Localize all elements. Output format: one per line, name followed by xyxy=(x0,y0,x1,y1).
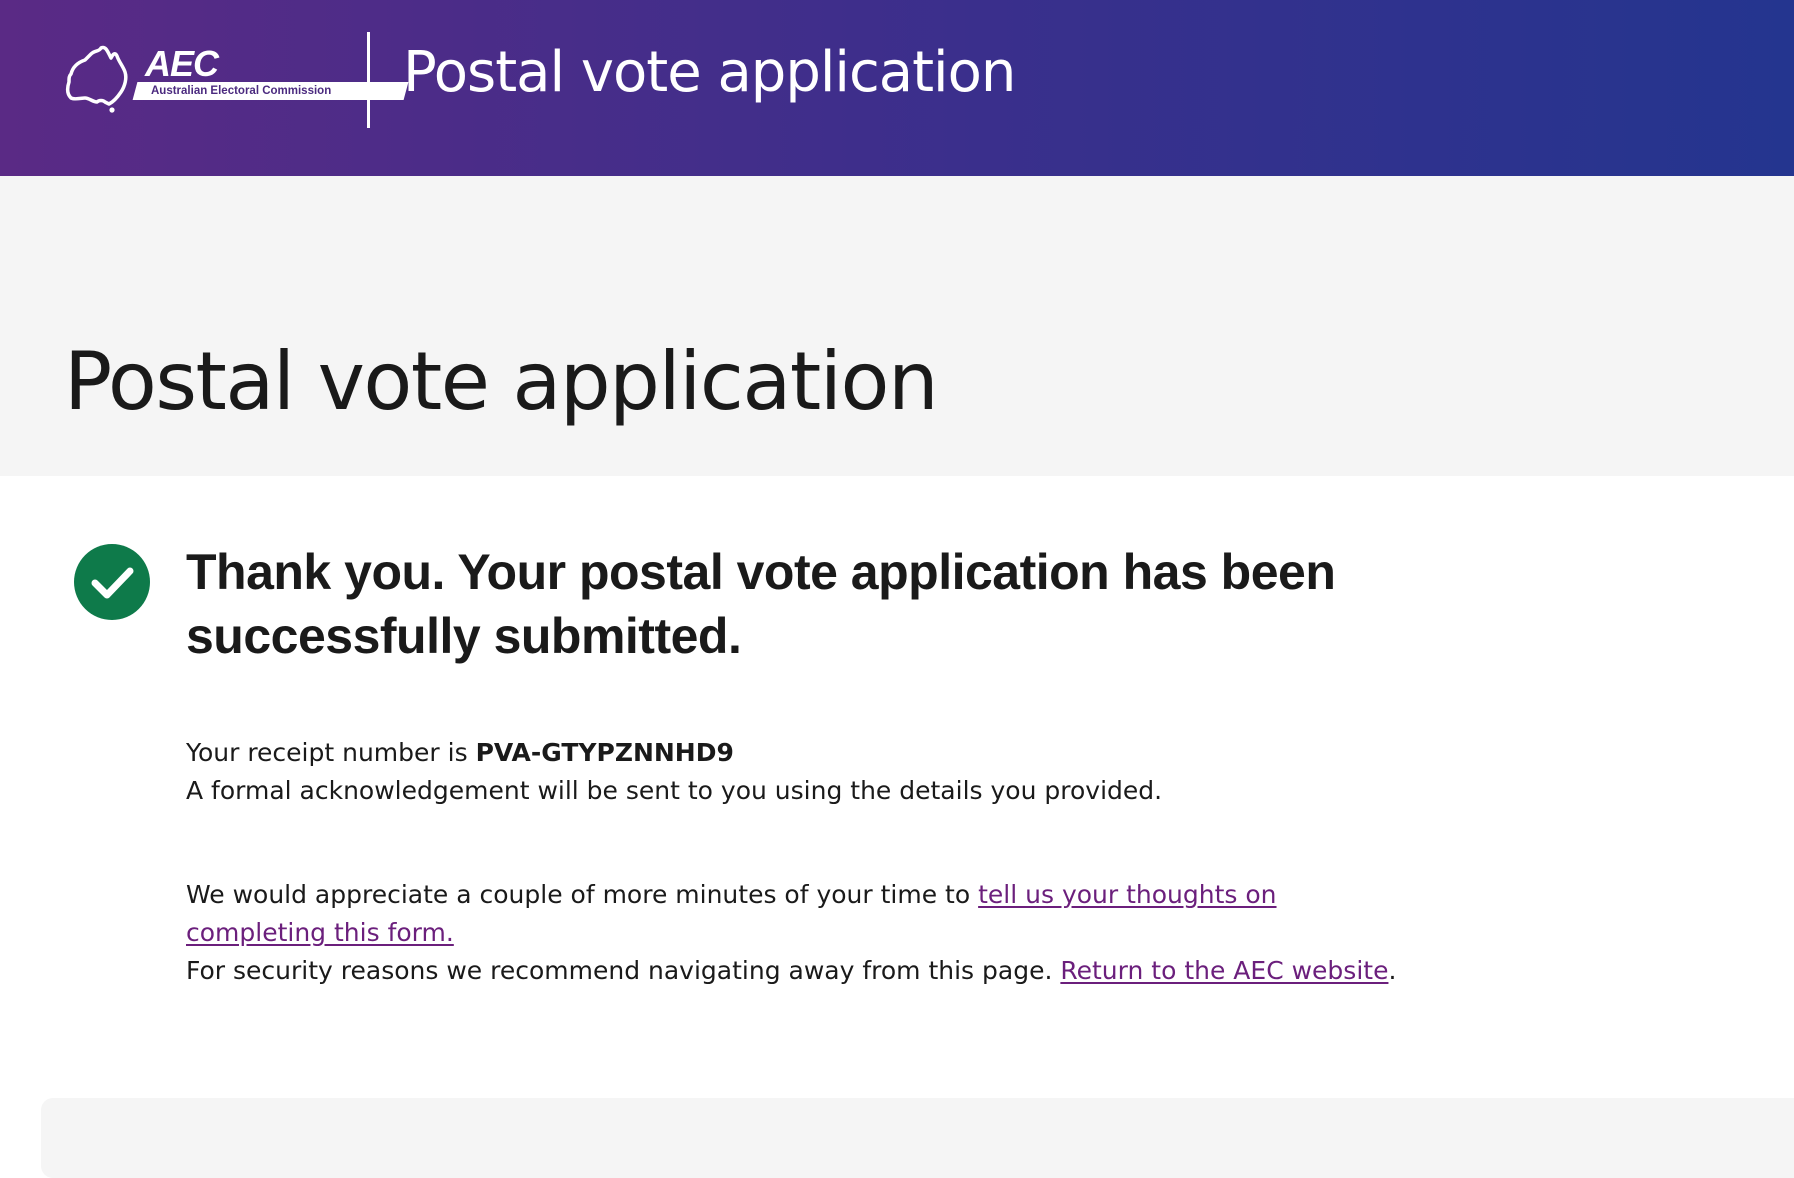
page-hero: Postal vote application xyxy=(0,176,1794,476)
header-title: Postal vote application xyxy=(403,40,1016,105)
receipt-message: Your receipt number is PVA-GTYPZNNHD9 A … xyxy=(186,734,1416,810)
receipt-number: PVA-GTYPZNNHD9 xyxy=(475,738,734,767)
success-heading: Thank you. Your postal vote application … xyxy=(186,544,1336,664)
feedback-prefix: We would appreciate a couple of more min… xyxy=(186,880,979,909)
logo-acronym: AEC xyxy=(145,43,219,84)
feedback-message: We would appreciate a couple of more min… xyxy=(186,876,1416,990)
return-to-aec-link[interactable]: Return to the AEC website xyxy=(1060,956,1388,985)
check-circle-icon xyxy=(73,543,151,621)
acknowledgement-text: A formal acknowledgement will be sent to… xyxy=(186,776,1163,805)
receipt-prefix: Your receipt number is xyxy=(186,738,476,767)
footer-panel xyxy=(41,1098,1794,1178)
security-prefix: For security reasons we recommend naviga… xyxy=(186,956,1061,985)
header-divider xyxy=(367,32,370,128)
site-header: AEC Australian Electoral Commission Post… xyxy=(0,0,1794,176)
logo-subtitle: Australian Electoral Commission xyxy=(151,85,332,97)
page-title: Postal vote application xyxy=(64,334,939,428)
aec-logo[interactable]: AEC Australian Electoral Commission xyxy=(63,43,409,114)
security-suffix: . xyxy=(1388,956,1397,985)
